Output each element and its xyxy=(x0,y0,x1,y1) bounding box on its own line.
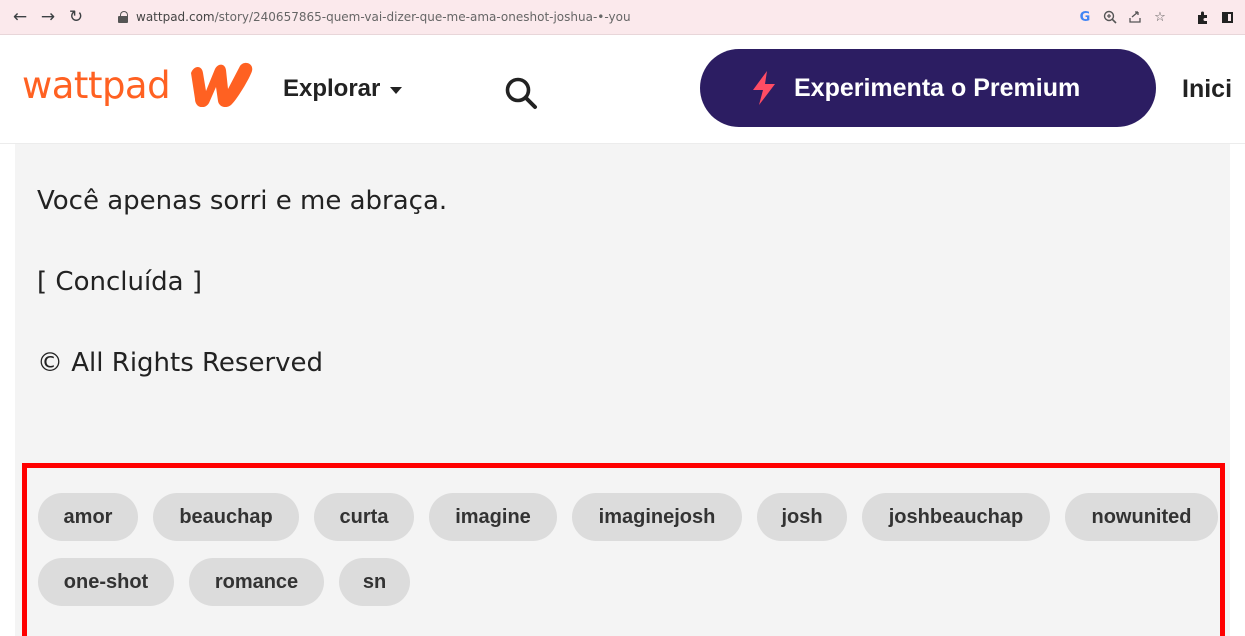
explore-label: Explorar xyxy=(283,75,381,102)
completion-status: [ Concluída ] xyxy=(37,267,203,297)
story-text-line: Você apenas sorri e me abraça. xyxy=(37,186,448,216)
tag-amor[interactable]: amor xyxy=(38,493,138,541)
tag-joshbeauchap[interactable]: joshbeauchap xyxy=(862,493,1050,541)
url-path: /story/240657865-quem-vai-dizer-que-me-a… xyxy=(214,10,631,24)
tags-section xyxy=(22,463,1225,636)
back-arrow-icon[interactable]: ← xyxy=(8,5,32,29)
address-bar[interactable]: wattpad.com/story/240657865-quem-vai-diz… xyxy=(110,5,1230,29)
tag-sn[interactable]: sn xyxy=(339,558,410,606)
home-link[interactable]: Inici xyxy=(1182,75,1232,104)
premium-label: Experimenta o Premium xyxy=(794,73,1081,102)
tag-nowunited[interactable]: nowunited xyxy=(1065,493,1218,541)
lock-icon xyxy=(118,11,128,23)
google-icon[interactable]: G xyxy=(1077,9,1093,25)
share-icon[interactable] xyxy=(1127,9,1143,25)
wattpad-logo-icon[interactable] xyxy=(188,61,258,107)
tag-josh[interactable]: josh xyxy=(757,493,847,541)
forward-arrow-icon[interactable]: → xyxy=(36,5,60,29)
bookmark-star-icon[interactable]: ☆ xyxy=(1152,9,1168,25)
wattpad-logo-text[interactable]: wattpad xyxy=(22,67,171,104)
url-domain: wattpad.com xyxy=(136,10,215,24)
explore-menu-button[interactable]: Explorar xyxy=(283,75,403,103)
tag-beauchap[interactable]: beauchap xyxy=(153,493,299,541)
tag-imagine[interactable]: imagine xyxy=(429,493,557,541)
site-header: wattpad Explorar Experimenta o Premium I… xyxy=(0,35,1245,144)
lightning-bolt-icon xyxy=(753,71,775,105)
reload-icon[interactable]: ↻ xyxy=(64,5,88,29)
premium-button[interactable]: Experimenta o Premium xyxy=(700,49,1156,127)
side-panel-icon[interactable] xyxy=(1219,9,1235,25)
tag-curta[interactable]: curta xyxy=(314,493,414,541)
tag-one-shot[interactable]: one-shot xyxy=(38,558,174,606)
url-text: wattpad.com/story/240657865-quem-vai-diz… xyxy=(136,10,631,24)
extensions-puzzle-icon[interactable] xyxy=(1194,9,1210,25)
caret-down-icon xyxy=(390,86,403,94)
copyright-notice: © All Rights Reserved xyxy=(37,348,324,378)
browser-toolbar: ← → ↻ wattpad.com/story/240657865-quem-v… xyxy=(0,0,1245,35)
search-icon[interactable] xyxy=(503,75,539,111)
tag-imaginejosh[interactable]: imaginejosh xyxy=(572,493,742,541)
zoom-icon[interactable] xyxy=(1102,9,1118,25)
tag-romance[interactable]: romance xyxy=(189,558,324,606)
